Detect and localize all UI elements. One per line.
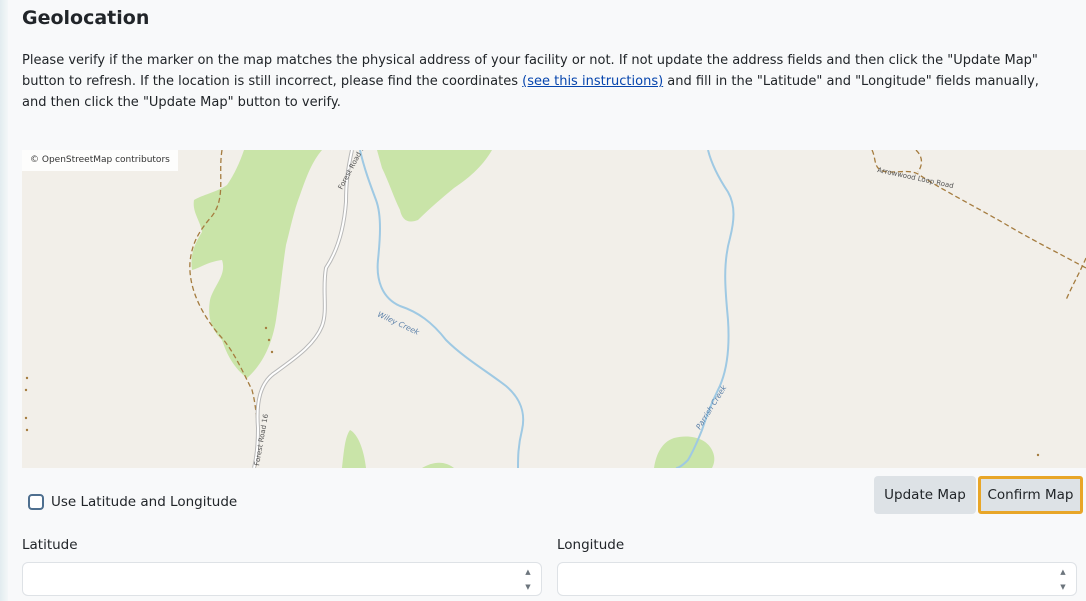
map-view[interactable]: Wiley Creek Parrish Creek Forest Road 16… — [22, 150, 1086, 468]
update-map-button[interactable]: Update Map — [874, 476, 976, 514]
wiley-creek-label: Wiley Creek — [376, 310, 421, 337]
use-lat-lng-checkbox[interactable] — [28, 494, 44, 510]
latitude-label: Latitude — [22, 537, 78, 553]
forest-area-west — [191, 150, 322, 378]
forest-road-label-top: Forest Road 16 — [337, 150, 369, 191]
longitude-field[interactable]: ▲ ▼ — [557, 562, 1077, 596]
spin-up-icon[interactable]: ▲ — [525, 568, 530, 577]
forest-area-bottom-left — [342, 430, 366, 468]
map-canvas[interactable]: Wiley Creek Parrish Creek Forest Road 16… — [22, 150, 1086, 468]
longitude-spinner[interactable]: ▲ ▼ — [1058, 568, 1068, 592]
longitude-label: Longitude — [557, 537, 625, 553]
spin-up-icon[interactable]: ▲ — [1060, 568, 1065, 577]
spin-down-icon[interactable]: ▼ — [525, 583, 530, 592]
forest-area-north — [377, 150, 492, 222]
parrish-creek-label: Parrish Creek — [694, 383, 729, 431]
left-edge — [0, 0, 8, 601]
arrowwood-loop-label: Arrowwood Loop Road — [877, 166, 955, 190]
confirm-map-button[interactable]: Confirm Map — [978, 476, 1083, 514]
use-lat-lng-label[interactable]: Use Latitude and Longitude — [51, 494, 237, 510]
instructions-text: Please verify if the marker on the map m… — [22, 50, 1062, 113]
page-title: Geolocation — [22, 7, 150, 29]
use-lat-lng-option[interactable]: Use Latitude and Longitude — [28, 491, 237, 513]
instructions-link[interactable]: (see this instructions) — [522, 74, 663, 89]
map-attribution: © OpenStreetMap contributors — [22, 150, 178, 171]
latitude-spinner[interactable]: ▲ ▼ — [523, 568, 533, 592]
forest-area-bottom-mid — [422, 462, 454, 468]
spin-down-icon[interactable]: ▼ — [1060, 583, 1065, 592]
track-dots — [24, 326, 1040, 457]
latitude-field[interactable]: ▲ ▼ — [22, 562, 542, 596]
